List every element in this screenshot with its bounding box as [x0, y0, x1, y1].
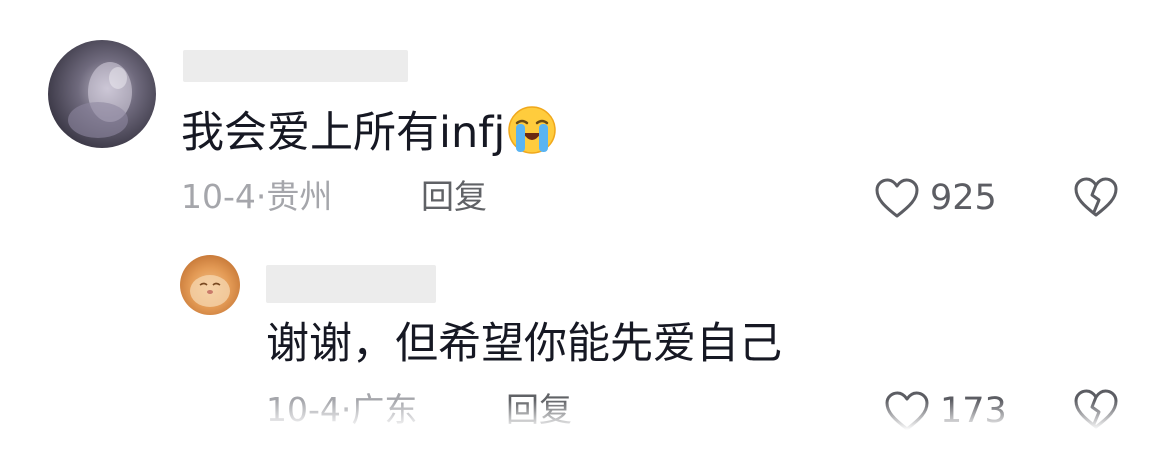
comment-text: 我会爱上所有infj	[181, 105, 557, 159]
comment-meta: 10-4·贵州	[181, 177, 332, 217]
heart-icon	[875, 178, 919, 218]
like-count: 925	[930, 178, 997, 218]
heart-icon	[885, 391, 929, 431]
comment-body: 我会爱上所有infj	[181, 108, 506, 158]
reply-text: 谢谢，但希望你能先爱自己	[266, 319, 782, 369]
broken-heart-icon[interactable]	[1073, 176, 1119, 218]
reply-avatar[interactable]	[180, 255, 240, 315]
cat-avatar-photo	[190, 275, 230, 307]
reply-like-count: 173	[940, 391, 1007, 431]
comment-location: 贵州	[266, 177, 333, 216]
avatar-photo	[68, 62, 132, 138]
meta-separator: ·	[255, 177, 267, 216]
meta-separator: ·	[340, 390, 352, 429]
avatar[interactable]	[48, 40, 156, 148]
comment-date: 10-4	[181, 177, 256, 216]
reply-like-button[interactable]: 173	[884, 390, 1007, 432]
reply-username-redacted[interactable]	[266, 265, 436, 303]
reply-location: 广东	[351, 390, 418, 429]
loudly-crying-face-icon	[508, 106, 557, 154]
reply-date: 10-4	[266, 390, 341, 429]
broken-heart-icon[interactable]	[1073, 388, 1119, 430]
reply-reply-button[interactable]: 回复	[506, 390, 572, 430]
reply-button[interactable]: 回复	[421, 177, 487, 217]
reply-meta: 10-4·广东	[266, 390, 417, 430]
username-redacted[interactable]	[183, 50, 408, 82]
like-button[interactable]: 925	[874, 177, 997, 219]
comment-thread: 我会爱上所有infj 10-4·贵州 回复 925 谢谢，但希望你能先爱自己 1…	[0, 0, 1170, 455]
